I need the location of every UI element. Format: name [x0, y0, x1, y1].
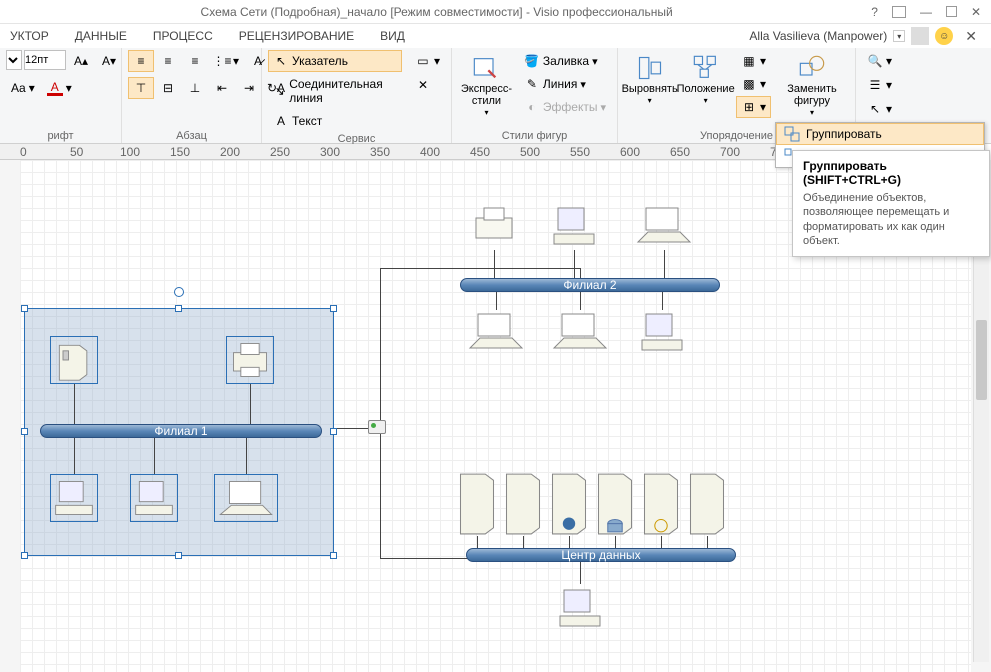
document-title: Схема Сети (Подробная)_начало [Режим сов…	[6, 5, 867, 19]
dc-server-3[interactable]	[548, 470, 590, 536]
laptop1-shape[interactable]	[214, 474, 278, 522]
effects-button[interactable]: ◐Эффекты▾	[519, 96, 611, 118]
align-center-button[interactable]: ≡	[155, 50, 181, 72]
dc-server-4[interactable]	[594, 470, 636, 536]
group-menu-button[interactable]: ⊞▾	[736, 96, 771, 118]
dc-server-1[interactable]	[456, 470, 498, 536]
group-label-paragraph: Абзац	[128, 129, 255, 143]
printer-shape[interactable]	[226, 336, 274, 384]
align-right-button[interactable]: ≡	[182, 50, 208, 72]
font-size-input[interactable]	[24, 50, 66, 70]
font-color-button[interactable]: A▾	[42, 77, 77, 99]
laptop2-shape[interactable]	[634, 202, 694, 250]
close-document-icon[interactable]: ✕	[959, 26, 983, 47]
group-item[interactable]: Группировать	[776, 123, 984, 145]
pc3-shape[interactable]	[550, 202, 598, 250]
group-icon	[784, 126, 800, 142]
hub-shape[interactable]	[368, 420, 386, 434]
tab-view[interactable]: ВИД	[374, 26, 411, 46]
dc-server-2[interactable]	[502, 470, 544, 536]
send-back-button[interactable]: ▩▾	[736, 73, 771, 95]
group-label-shapestyles: Стили фигур	[458, 129, 611, 143]
pointer-tool-button[interactable]: ↖Указатель	[268, 50, 402, 72]
datacenter-bar[interactable]: Центр данных	[466, 548, 736, 562]
tab-review[interactable]: РЕЦЕНЗИРОВАНИЕ	[233, 26, 360, 46]
title-bar: Схема Сети (Подробная)_начало [Режим сов…	[0, 0, 991, 24]
dc-server-5[interactable]	[640, 470, 682, 536]
tab-constructor[interactable]: УКТОР	[4, 26, 55, 46]
indent-decrease-button[interactable]: ⇤	[209, 77, 235, 99]
server-shape[interactable]	[50, 336, 98, 384]
group-label-font: рифт	[6, 129, 115, 143]
group-item-label: Группировать	[806, 127, 882, 141]
connector-tool-button[interactable]: ↘Соединительная линия	[268, 74, 402, 108]
tab-data[interactable]: ДАННЫЕ	[69, 26, 133, 46]
restore-icon[interactable]	[946, 6, 957, 17]
tab-process[interactable]: ПРОЦЕСС	[147, 26, 219, 46]
laptop3-shape[interactable]	[466, 308, 526, 356]
tooltip-body: Объединение объектов, позволяющее переме…	[803, 191, 979, 248]
avatar[interactable]	[911, 27, 929, 45]
indent-increase-button[interactable]: ⇥	[236, 77, 262, 99]
text-tool-button[interactable]: AТекст	[268, 110, 402, 132]
feedback-icon[interactable]: ☺	[935, 27, 953, 45]
branch1-bar[interactable]: Филиал 1	[40, 424, 322, 438]
replace-shape-button[interactable]: Заменить фигуру▾	[775, 50, 849, 121]
scrollbar-thumb[interactable]	[976, 320, 987, 400]
printer2-shape[interactable]	[470, 202, 518, 250]
dc-server-6[interactable]	[686, 470, 728, 536]
align-bottom-button[interactable]: ⊥	[182, 77, 208, 99]
tooltip: Группировать (SHIFT+CTRL+G) Объединение …	[792, 150, 990, 257]
connection-point-button[interactable]: ✕	[410, 74, 445, 96]
pc1-shape[interactable]	[50, 474, 98, 522]
ribbon-tabs: УКТОР ДАННЫЕ ПРОЦЕСС РЕЦЕНЗИРОВАНИЕ ВИД …	[0, 24, 991, 48]
align-left-button[interactable]: ≡	[128, 50, 154, 72]
account-dropdown-icon[interactable]: ▾	[893, 30, 905, 42]
align-button[interactable]: Выровнять▾	[624, 50, 675, 109]
window-options-icon[interactable]	[892, 6, 906, 18]
bring-front-button[interactable]: ▦▾	[736, 50, 771, 72]
bullets-button[interactable]: ⋮≡▾	[209, 50, 244, 72]
minimize-icon[interactable]: —	[916, 3, 936, 21]
line-button[interactable]: ✎Линия▾	[519, 73, 611, 95]
dc-pc-shape[interactable]	[556, 584, 604, 632]
fill-button[interactable]: 🪣Заливка▾	[519, 50, 611, 72]
branch2-bar[interactable]: Филиал 2	[460, 278, 720, 292]
change-case-button[interactable]: Aa▾	[6, 77, 40, 99]
increase-font-button[interactable]: A▴	[68, 50, 94, 72]
layers-button[interactable]: ☰▾	[862, 74, 897, 96]
align-top-button[interactable]: ⊤	[128, 77, 154, 99]
font-family-select[interactable]	[6, 50, 22, 70]
pc2-shape[interactable]	[130, 474, 178, 522]
position-button[interactable]: Положение▾	[679, 50, 732, 109]
find-button[interactable]: 🔍▾	[862, 50, 897, 72]
express-styles-button[interactable]: Экспресс-стили▾	[458, 50, 515, 121]
decrease-font-button[interactable]: A▾	[96, 50, 122, 72]
close-icon[interactable]: ✕	[967, 3, 985, 21]
help-icon[interactable]: ?	[867, 3, 882, 21]
account-name[interactable]: Alla Vasilieva (Manpower)	[749, 29, 887, 43]
tooltip-title: Группировать (SHIFT+CTRL+G)	[803, 159, 979, 187]
rectangle-tool-button[interactable]: ▭▾	[410, 50, 445, 72]
align-middle-button[interactable]: ⊟	[155, 77, 181, 99]
pc4-shape[interactable]	[638, 308, 686, 356]
select-button[interactable]: ↖▾	[862, 98, 897, 120]
laptop4-shape[interactable]	[550, 308, 610, 356]
